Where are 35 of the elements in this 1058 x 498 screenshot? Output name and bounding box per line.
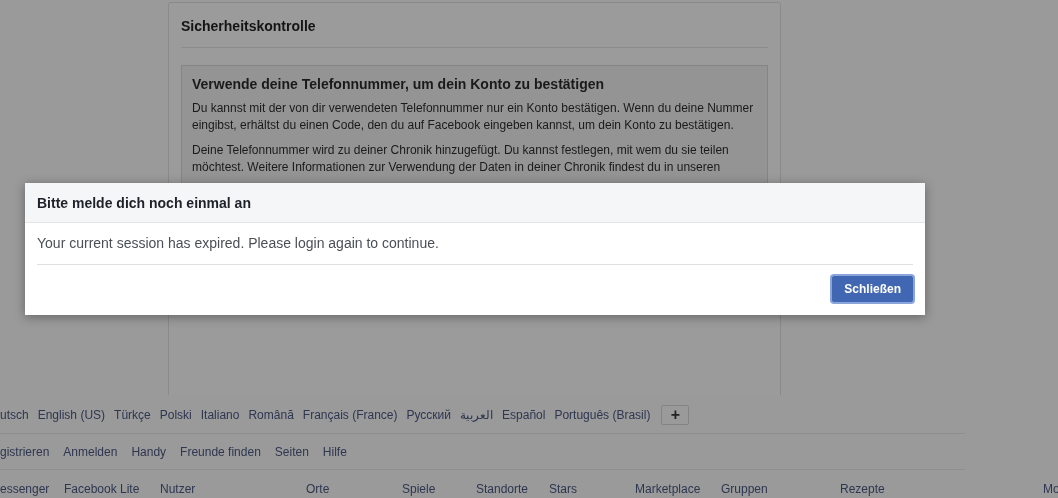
- footer-link[interactable]: Seiten: [274, 444, 309, 459]
- more-languages-button[interactable]: +: [661, 405, 690, 425]
- paragraph: Deine Telefonnummer wird zu deiner Chronik hinzugefügt. Du kannst festlegen, mit wem du sie teilen möchtest. Weitere Informationen zur Verwendung der Daten in deiner Chronik findest du in unseren: [192, 142, 730, 175]
- dialog-message: Your current session has expired. Please login again to continue.: [37, 223, 913, 265]
- footer-link[interactable]: Hilfe: [322, 444, 347, 459]
- directory-link[interactable]: Stars: [549, 482, 635, 496]
- footer-link[interactable]: Anmelden: [63, 444, 118, 459]
- section-heading: Verwende deine Telefonnummer, um dein Konto zu bestätigen: [192, 76, 606, 92]
- language-link[interactable]: Română: [248, 408, 294, 422]
- close-button[interactable]: Schließen: [832, 276, 913, 302]
- paragraph: Du kannst mit der von dir verwendeten Telefonnummer nur ein Konto bestätigen. Wenn du deine Nummer eingibst, erhältst du einen Code, den du auf Facebook eingeben kannst, um dein Konto zu bestätigen.: [192, 100, 755, 133]
- language-link[interactable]: Português (Brasil): [554, 408, 651, 422]
- directory-link[interactable]: Nutzer: [160, 482, 306, 496]
- footer-link[interactable]: Freunde finden: [180, 444, 261, 459]
- directory-link[interactable]: Orte: [306, 482, 402, 496]
- language-link[interactable]: Español: [502, 408, 546, 422]
- directory-link[interactable]: Spiele: [402, 482, 476, 496]
- directory-link[interactable]: Gruppen: [721, 482, 840, 496]
- language-link[interactable]: Türkçe: [114, 408, 151, 422]
- language-link[interactable]: English (US): [37, 408, 106, 422]
- language-link[interactable]: Русский: [406, 408, 452, 422]
- language-link[interactable]: العربية: [460, 408, 494, 422]
- directory-link[interactable]: Rezepte: [840, 482, 1043, 496]
- footer-link[interactable]: gistrieren: [0, 444, 50, 459]
- dialog-title: Bitte melde dich noch einmal an: [37, 194, 251, 211]
- footer-link[interactable]: Handy: [131, 444, 167, 459]
- language-link[interactable]: Français (France): [302, 408, 398, 422]
- language-link[interactable]: Polski: [159, 408, 192, 422]
- card-title: Sicherheitskontrolle: [181, 3, 768, 48]
- directory-link[interactable]: Facebook Lite: [64, 482, 160, 496]
- language-link[interactable]: Italiano: [200, 408, 240, 422]
- language-link[interactable]: utsch: [0, 408, 29, 422]
- directory-link[interactable]: essenger: [0, 482, 64, 496]
- directory-link[interactable]: Marketplace: [635, 482, 721, 496]
- directory-link[interactable]: Standorte: [476, 482, 549, 496]
